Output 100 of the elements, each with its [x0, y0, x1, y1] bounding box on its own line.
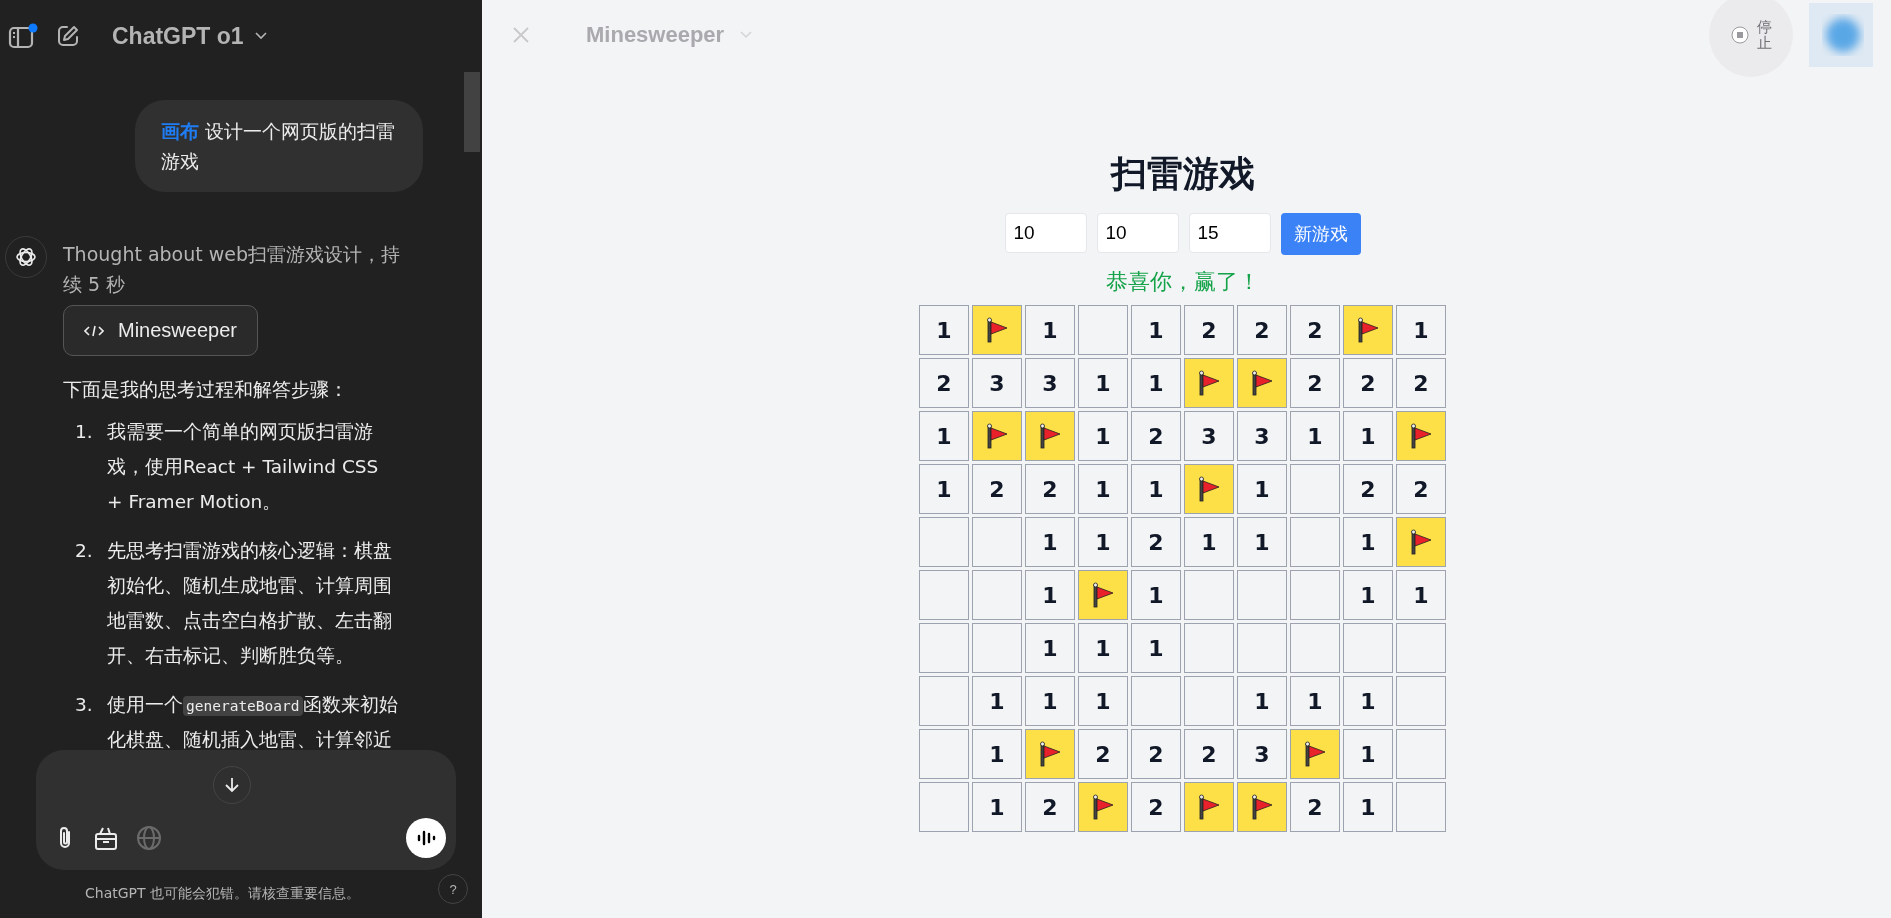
- canvas-link-button[interactable]: Minesweeper: [63, 305, 258, 356]
- board-cell[interactable]: [1290, 464, 1340, 514]
- number-input[interactable]: 15: [1188, 213, 1271, 253]
- board-cell[interactable]: 2: [1184, 729, 1234, 779]
- board-cell[interactable]: [1396, 676, 1446, 726]
- board-cell[interactable]: 1: [1343, 676, 1393, 726]
- board-cell[interactable]: [919, 729, 969, 779]
- board-cell[interactable]: [1290, 570, 1340, 620]
- board-cell[interactable]: 2: [1343, 464, 1393, 514]
- board-cell[interactable]: 1: [1396, 305, 1446, 355]
- board-cell[interactable]: [1237, 570, 1287, 620]
- board-cell[interactable]: 2: [1131, 782, 1181, 832]
- help-button[interactable]: ?: [438, 874, 468, 904]
- chevron-icon[interactable]: [740, 31, 753, 39]
- board-cell[interactable]: 2: [1396, 464, 1446, 514]
- board-cell[interactable]: 1: [1078, 411, 1128, 461]
- board-cell[interactable]: 1: [1025, 676, 1075, 726]
- board-cell[interactable]: [972, 305, 1022, 355]
- board-cell[interactable]: 1: [1131, 623, 1181, 673]
- board-cell[interactable]: 2: [1131, 729, 1181, 779]
- new-game-button[interactable]: 新游戏: [1280, 213, 1361, 255]
- board-cell[interactable]: 1: [1290, 676, 1340, 726]
- board-cell[interactable]: 1: [972, 729, 1022, 779]
- board-cell[interactable]: 1: [1131, 358, 1181, 408]
- board-cell[interactable]: 1: [1131, 305, 1181, 355]
- board-cell[interactable]: [1237, 623, 1287, 673]
- board-cell[interactable]: 2: [1131, 517, 1181, 567]
- new-chat-icon[interactable]: [56, 24, 80, 48]
- board-cell[interactable]: 2: [1343, 358, 1393, 408]
- board-cell[interactable]: 1: [1078, 517, 1128, 567]
- message-input[interactable]: [36, 750, 456, 870]
- board-cell[interactable]: [1184, 782, 1234, 832]
- board-cell[interactable]: 2: [1184, 305, 1234, 355]
- board-cell[interactable]: 1: [1078, 464, 1128, 514]
- board-cell[interactable]: 1: [1343, 411, 1393, 461]
- toolbox-icon[interactable]: [94, 825, 118, 851]
- close-icon[interactable]: [512, 26, 530, 44]
- board-cell[interactable]: [1184, 676, 1234, 726]
- board-cell[interactable]: 2: [1290, 358, 1340, 408]
- board-cell[interactable]: 2: [1078, 729, 1128, 779]
- board-cell[interactable]: 2: [919, 358, 969, 408]
- number-input[interactable]: 10: [1096, 213, 1179, 253]
- board-cell[interactable]: 3: [1237, 729, 1287, 779]
- board-cell[interactable]: 1: [1396, 570, 1446, 620]
- voice-button[interactable]: [406, 818, 446, 858]
- board-cell[interactable]: 1: [1131, 570, 1181, 620]
- board-cell[interactable]: [1237, 782, 1287, 832]
- board-cell[interactable]: [919, 517, 969, 567]
- board-cell[interactable]: 1: [1078, 623, 1128, 673]
- board-cell[interactable]: [1396, 411, 1446, 461]
- board-cell[interactable]: 3: [1237, 411, 1287, 461]
- board-cell[interactable]: 2: [972, 464, 1022, 514]
- board-cell[interactable]: 1: [1237, 676, 1287, 726]
- globe-icon[interactable]: [136, 825, 162, 851]
- board-cell[interactable]: 1: [919, 464, 969, 514]
- board-cell[interactable]: 1: [1184, 517, 1234, 567]
- board-cell[interactable]: 2: [1290, 305, 1340, 355]
- board-cell[interactable]: [1396, 623, 1446, 673]
- board-cell[interactable]: [919, 623, 969, 673]
- board-cell[interactable]: [972, 623, 1022, 673]
- board-cell[interactable]: 2: [1237, 305, 1287, 355]
- board-cell[interactable]: [972, 411, 1022, 461]
- board-cell[interactable]: [1131, 676, 1181, 726]
- board-cell[interactable]: [919, 782, 969, 832]
- board-cell[interactable]: 1: [1025, 623, 1075, 673]
- thought-summary[interactable]: Thought about web扫雷游戏设计，持续 5 秒: [63, 239, 418, 299]
- board-cell[interactable]: 1: [1343, 517, 1393, 567]
- board-cell[interactable]: [1343, 305, 1393, 355]
- board-cell[interactable]: 1: [972, 782, 1022, 832]
- board-cell[interactable]: 2: [1290, 782, 1340, 832]
- board-cell[interactable]: [1290, 729, 1340, 779]
- board-cell[interactable]: [1184, 464, 1234, 514]
- board-cell[interactable]: [1025, 411, 1075, 461]
- board-cell[interactable]: 1: [1343, 570, 1393, 620]
- board-cell[interactable]: 1: [1343, 782, 1393, 832]
- board-cell[interactable]: [1237, 358, 1287, 408]
- board-cell[interactable]: 1: [1290, 411, 1340, 461]
- board-cell[interactable]: [1396, 782, 1446, 832]
- board-cell[interactable]: [1184, 358, 1234, 408]
- board-cell[interactable]: [1343, 623, 1393, 673]
- board-cell[interactable]: 1: [919, 411, 969, 461]
- board-cell[interactable]: 1: [1343, 729, 1393, 779]
- number-input[interactable]: 10: [1004, 213, 1087, 253]
- board-cell[interactable]: 2: [1025, 782, 1075, 832]
- board-cell[interactable]: [972, 517, 1022, 567]
- board-cell[interactable]: 3: [1025, 358, 1075, 408]
- board-cell[interactable]: 3: [1184, 411, 1234, 461]
- board-cell[interactable]: [1078, 305, 1128, 355]
- board-cell[interactable]: [1290, 517, 1340, 567]
- board-cell[interactable]: [919, 570, 969, 620]
- board-cell[interactable]: [1396, 729, 1446, 779]
- board-cell[interactable]: 1: [1078, 358, 1128, 408]
- model-selector[interactable]: ChatGPT o1: [112, 22, 268, 50]
- board-cell[interactable]: 1: [1237, 517, 1287, 567]
- board-cell[interactable]: [1184, 570, 1234, 620]
- board-cell[interactable]: 1: [1237, 464, 1287, 514]
- board-cell[interactable]: 2: [1131, 411, 1181, 461]
- board-cell[interactable]: 1: [1025, 517, 1075, 567]
- board-cell[interactable]: [1078, 782, 1128, 832]
- sidebar-toggle-icon[interactable]: [8, 23, 38, 49]
